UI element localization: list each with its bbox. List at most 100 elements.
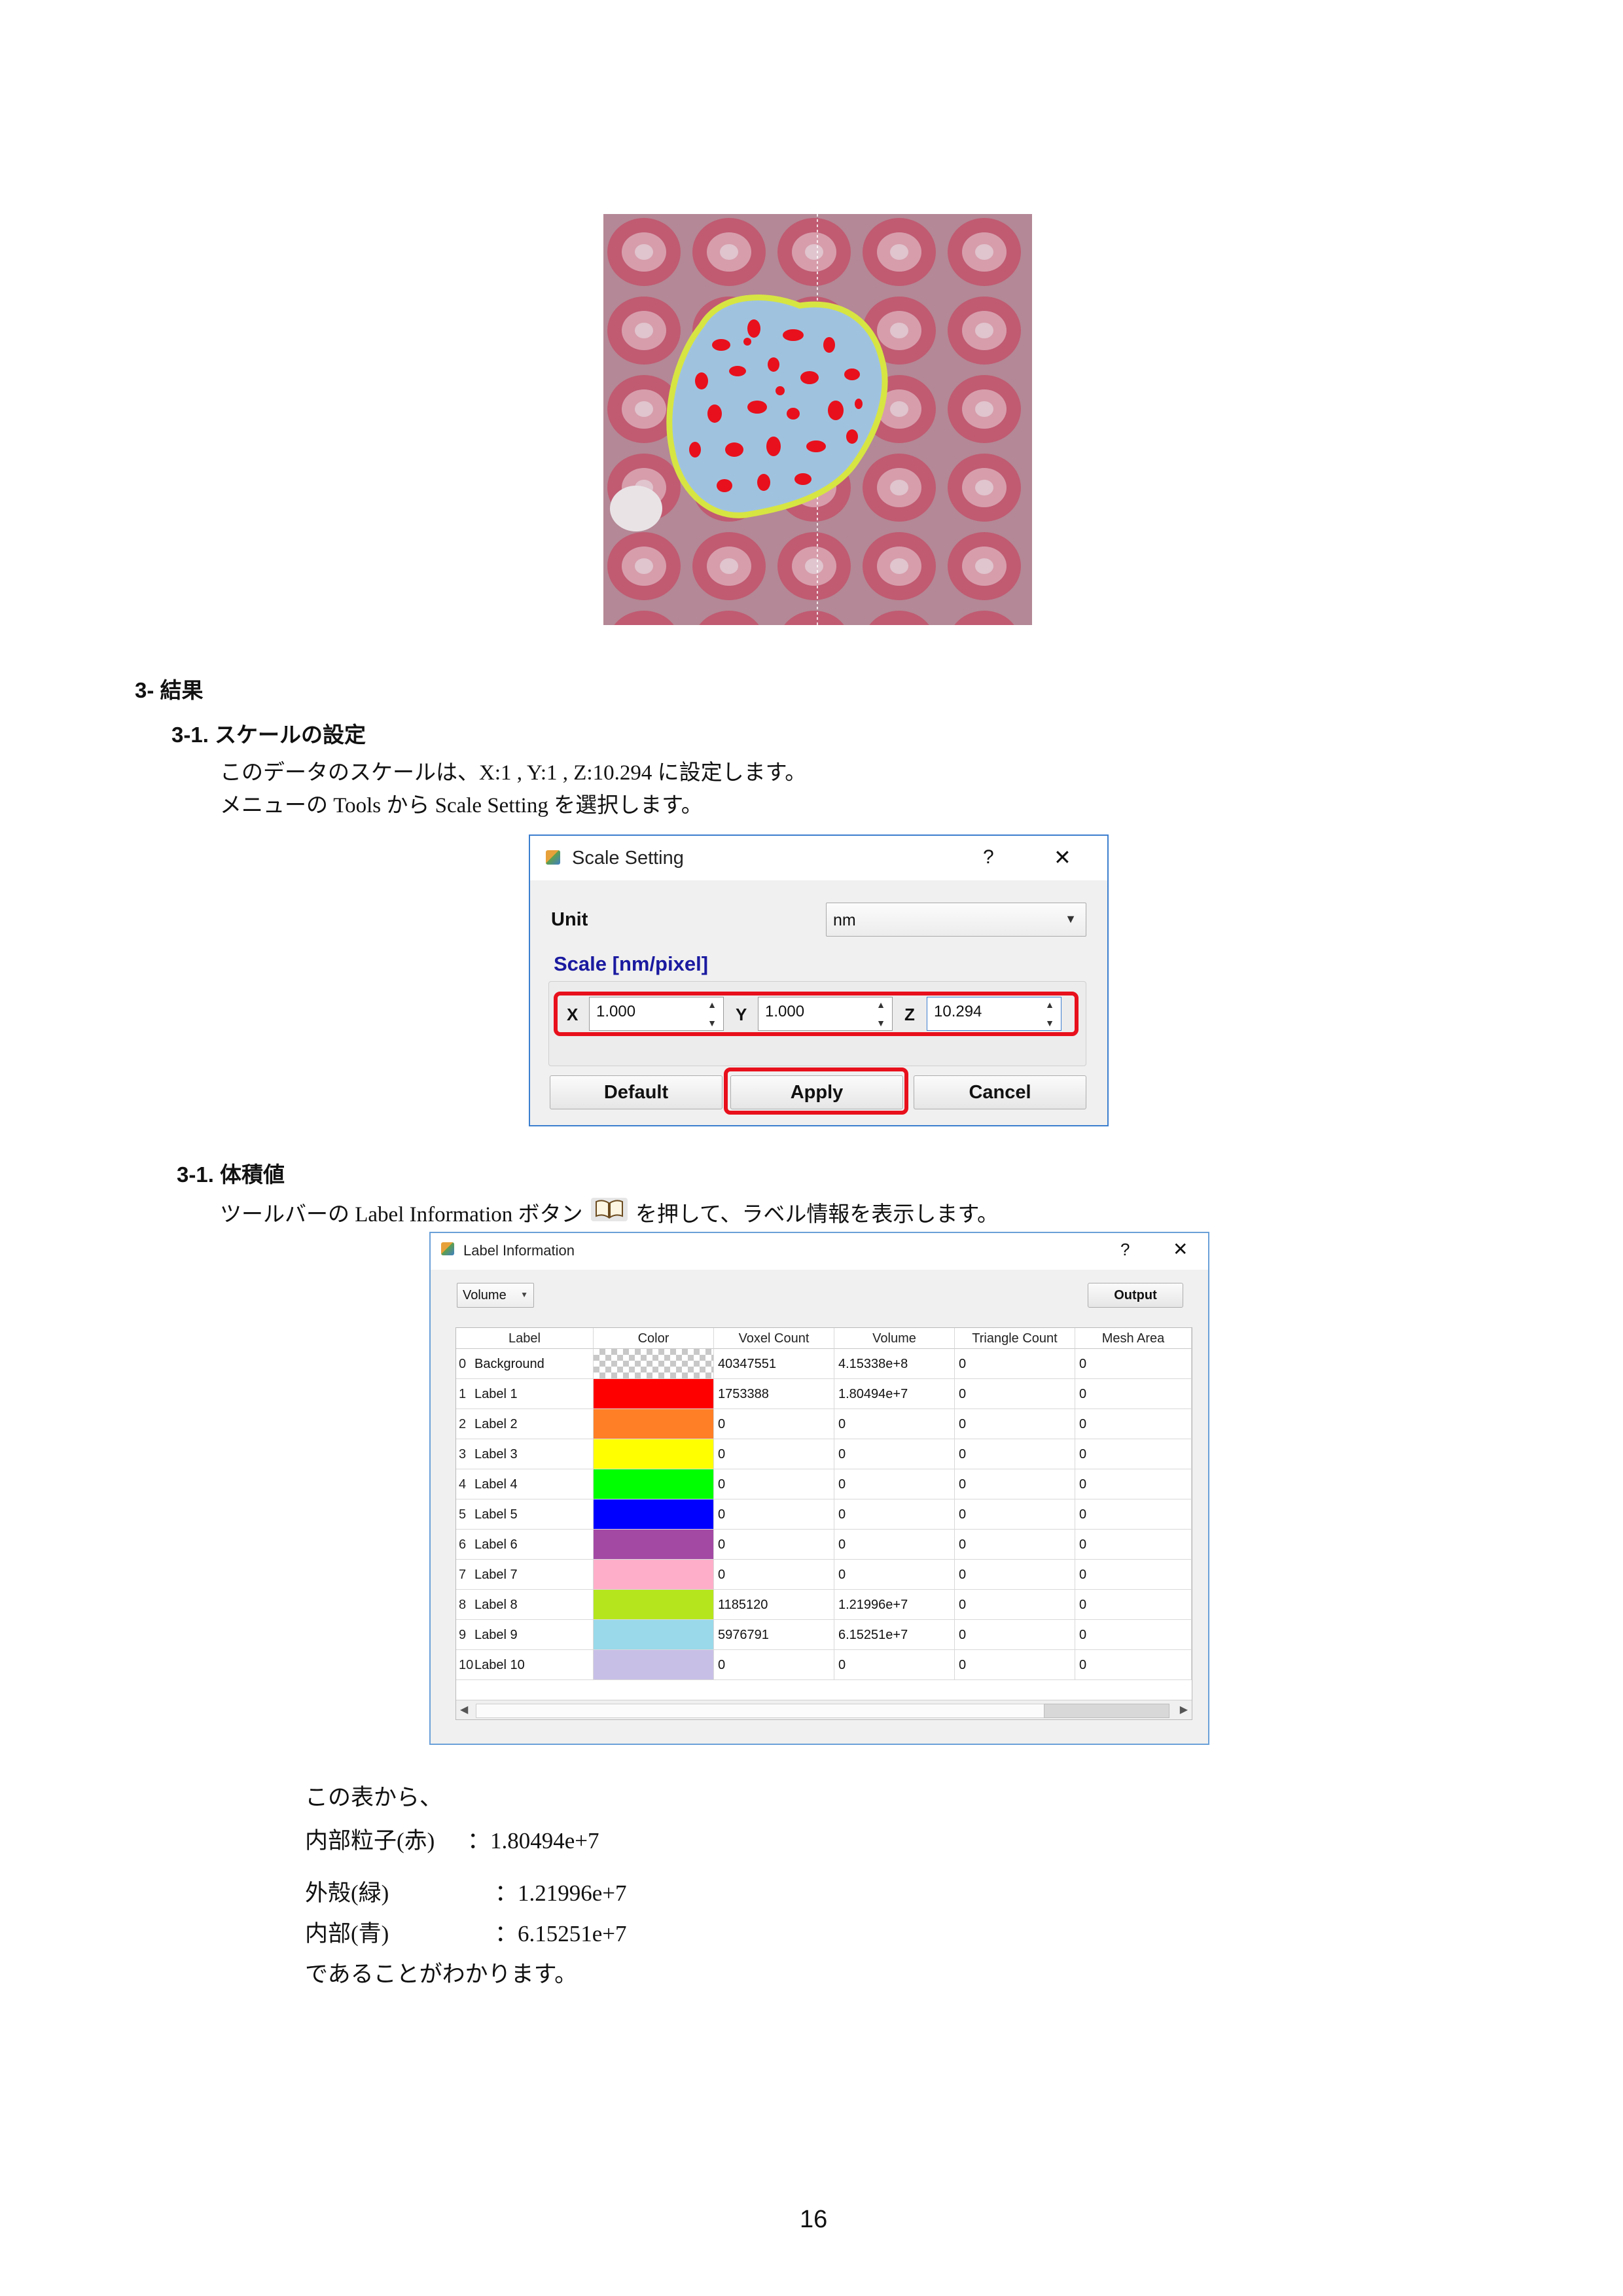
- column-mesh-area-cell: 0: [1075, 1349, 1192, 1379]
- page-number: 16: [800, 2206, 828, 2233]
- table-row[interactable]: 10Label 10 0 0 0 0: [456, 1650, 1192, 1680]
- measure-dropdown[interactable]: Volume ▼: [457, 1283, 534, 1308]
- color-swatch[interactable]: [594, 1620, 714, 1650]
- label-name: Label 2: [474, 1417, 518, 1431]
- column-volume-cell: 0: [834, 1409, 955, 1439]
- scrollbar-thumb[interactable]: [1044, 1704, 1169, 1718]
- column-volume-cell: 6.15251e+7: [834, 1620, 955, 1650]
- column-mesh-area-cell: 0: [1075, 1650, 1192, 1680]
- row-index: 10: [459, 1658, 474, 1672]
- column-volume-cell: 0: [834, 1499, 955, 1530]
- column-mesh-area-cell: 0: [1075, 1409, 1192, 1439]
- column-volume-cell: 1.21996e+7: [834, 1590, 955, 1620]
- cancel-button[interactable]: Cancel: [914, 1075, 1086, 1109]
- label-cell: 9 Label 9: [456, 1620, 594, 1650]
- row-index: 1: [459, 1387, 467, 1401]
- column-voxel-count-cell: 0: [714, 1530, 834, 1560]
- unit-select-value: nm: [833, 911, 856, 929]
- color-swatch[interactable]: [594, 1349, 714, 1379]
- column-volume-cell: 0: [834, 1650, 955, 1680]
- column-volume-cell: 4.15338e+8: [834, 1349, 955, 1379]
- label-cell: 8 Label 8: [456, 1590, 594, 1620]
- column-triangle-count-header[interactable]: Triangle Count: [955, 1328, 1075, 1349]
- label-name: Label 5: [474, 1507, 518, 1522]
- row-index: 4: [459, 1477, 467, 1492]
- column-triangle-count-cell: 0: [955, 1560, 1075, 1590]
- dialog-titlebar: Label Information ? ✕: [431, 1233, 1208, 1270]
- result-label-red: 内部粒子(赤): [305, 1828, 435, 1854]
- column-mesh-area-cell: 0: [1075, 1530, 1192, 1560]
- table-row[interactable]: 1 Label 1 1753388 1.80494e+7 0 0: [456, 1379, 1192, 1409]
- column-voxel-count-cell: 0: [714, 1469, 834, 1499]
- section-heading-results: 3- 結果: [135, 678, 204, 702]
- row-index: 7: [459, 1568, 467, 1582]
- table-row[interactable]: 3 Label 30000: [456, 1439, 1192, 1469]
- color-swatch[interactable]: [594, 1650, 714, 1680]
- horizontal-scrollbar[interactable]: ◀ ▶: [456, 1700, 1192, 1719]
- row-index: 6: [459, 1537, 467, 1552]
- table-row[interactable]: 9 Label 9 5976791 6.15251e+7 0 0: [456, 1620, 1192, 1650]
- label-cell: 1 Label 1: [456, 1379, 594, 1409]
- label-cell: 6 Label 6: [456, 1530, 594, 1560]
- column-color-header[interactable]: Color: [594, 1328, 714, 1349]
- column-voxel-count-header[interactable]: Voxel Count: [714, 1328, 834, 1349]
- column-volume-header[interactable]: Volume: [834, 1328, 955, 1349]
- result-value-green: ：1.21996e+7: [495, 1880, 627, 1906]
- label-name: Label 1: [474, 1387, 518, 1401]
- column-mesh-area-cell: 0: [1075, 1439, 1192, 1469]
- color-swatch[interactable]: [594, 1469, 714, 1499]
- row-index: 5: [459, 1507, 467, 1522]
- color-swatch[interactable]: [594, 1439, 714, 1469]
- output-button[interactable]: Output: [1088, 1283, 1183, 1308]
- volume-instruction: ツールバーの Label Information ボタン を押して、ラベル情報を…: [220, 1193, 999, 1228]
- table-row[interactable]: 8 Label 8 1185120 1.21996e+7 0 0: [456, 1590, 1192, 1620]
- label-table: Label Color Voxel Count Volume Triangle Coun…: [455, 1327, 1192, 1720]
- label-name: Label 3: [474, 1447, 518, 1462]
- column-voxel-count-cell: 0: [714, 1650, 834, 1680]
- help-button[interactable]: ?: [983, 846, 994, 869]
- color-swatch[interactable]: [594, 1379, 714, 1409]
- scroll-left-icon[interactable]: ◀: [460, 1703, 468, 1716]
- xyz-highlight-box: [554, 992, 1079, 1036]
- column-mesh-area-cell: 0: [1075, 1499, 1192, 1530]
- scale-instruction-2: メニューの Tools から Scale Setting を選択します。: [220, 794, 703, 817]
- column-volume-cell: 0: [834, 1530, 955, 1560]
- column-triangle-count-cell: 0: [955, 1349, 1075, 1379]
- color-swatch[interactable]: [594, 1499, 714, 1530]
- scroll-right-icon[interactable]: ▶: [1180, 1703, 1188, 1716]
- column-voxel-count-cell: 1753388: [714, 1379, 834, 1409]
- row-index: 8: [459, 1598, 467, 1612]
- table-row[interactable]: 6 Label 60000: [456, 1530, 1192, 1560]
- color-swatch[interactable]: [594, 1530, 714, 1560]
- column-mesh-area-cell: 0: [1075, 1379, 1192, 1409]
- column-volume-cell: 0: [834, 1439, 955, 1469]
- measure-dropdown-value: Volume: [463, 1288, 507, 1302]
- subsection-heading-volume: 3-1. 体積値: [177, 1162, 285, 1187]
- table-row[interactable]: 5 Label 50000: [456, 1499, 1192, 1530]
- table-row[interactable]: 7 Label 70000: [456, 1560, 1192, 1590]
- column-triangle-count-cell: 0: [955, 1530, 1075, 1560]
- book-icon: [588, 1193, 630, 1225]
- default-button[interactable]: Default: [550, 1075, 722, 1109]
- unit-select[interactable]: nm ▼: [826, 903, 1086, 937]
- column-mesh-area-header[interactable]: Mesh Area: [1075, 1328, 1192, 1349]
- color-swatch[interactable]: [594, 1409, 714, 1439]
- color-swatch[interactable]: [594, 1590, 714, 1620]
- chevron-down-icon: ▼: [1065, 912, 1077, 925]
- table-row[interactable]: 0 Background 40347551 4.15338e+8 0 0: [456, 1349, 1192, 1379]
- table-row[interactable]: 2 Label 20000: [456, 1409, 1192, 1439]
- apply-highlight-box: [724, 1067, 908, 1115]
- color-swatch[interactable]: [594, 1560, 714, 1590]
- column-voxel-count-cell: 0: [714, 1409, 834, 1439]
- dialog-title: Label Information: [463, 1242, 575, 1259]
- scale-group-title: Scale [nm/pixel]: [554, 952, 709, 975]
- column-voxel-count-cell: 0: [714, 1439, 834, 1469]
- unit-label: Unit: [551, 909, 588, 930]
- column-label-header[interactable]: Label: [456, 1328, 594, 1349]
- table-row[interactable]: 4 Label 40000: [456, 1469, 1192, 1499]
- row-index: 9: [459, 1628, 467, 1642]
- column-voxel-count-cell: 40347551: [714, 1349, 834, 1379]
- close-icon[interactable]: ✕: [1173, 1238, 1188, 1260]
- close-icon[interactable]: ✕: [1054, 845, 1071, 870]
- help-button[interactable]: ?: [1120, 1240, 1130, 1260]
